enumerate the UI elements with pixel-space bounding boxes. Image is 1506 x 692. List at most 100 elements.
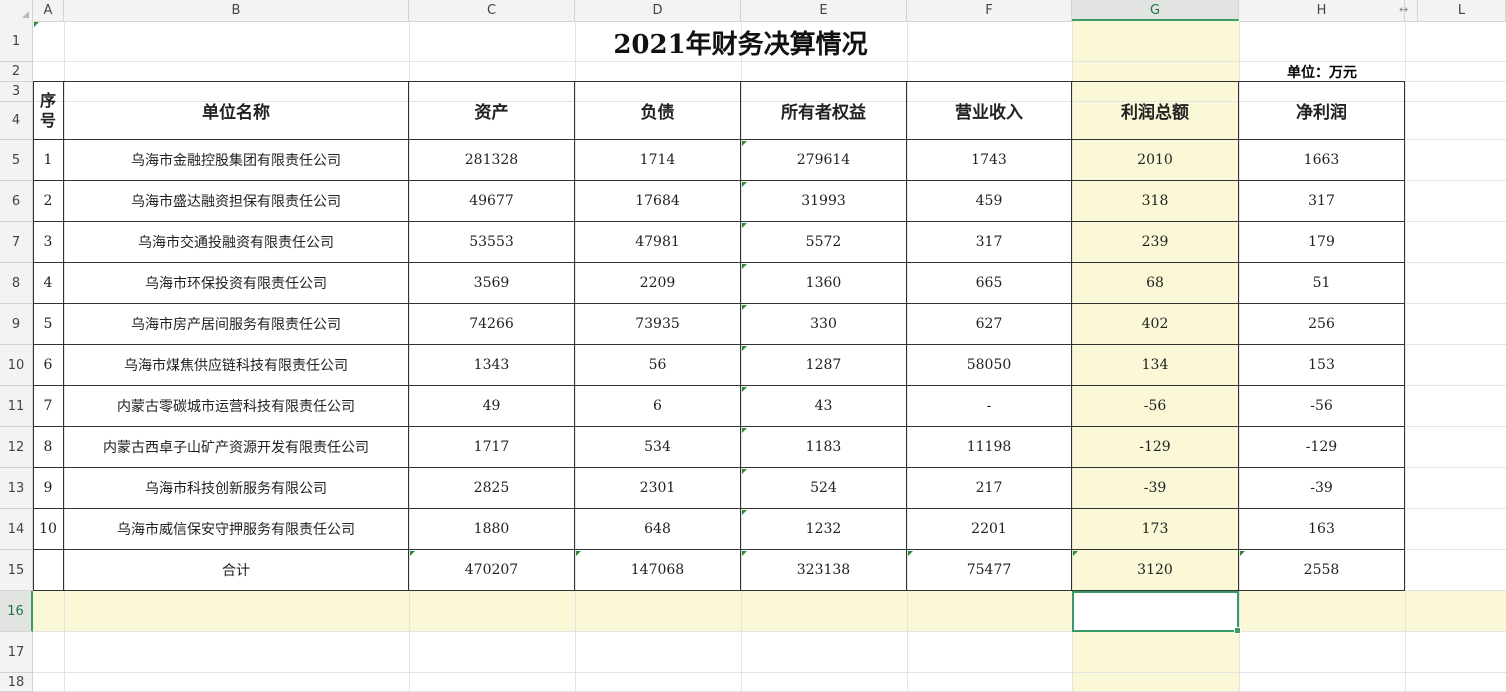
cell-equity[interactable]: 279614 [741, 140, 907, 181]
cell-net-profit[interactable]: 256 [1239, 304, 1405, 345]
cell-liabilities[interactable]: 73935 [575, 304, 741, 345]
cell-seq[interactable]: 7 [33, 386, 64, 427]
row-header-6[interactable]: 6 [0, 181, 33, 222]
cell-equity[interactable]: 524 [741, 468, 907, 509]
row-header-1[interactable]: 1 [0, 21, 33, 62]
cell-net-profit[interactable]: 163 [1239, 509, 1405, 550]
row-header-8[interactable]: 8 [0, 263, 33, 304]
cell-liabilities[interactable]: 47981 [575, 222, 741, 263]
column-header-a[interactable]: A [33, 0, 64, 21]
row-header-7[interactable]: 7 [0, 222, 33, 263]
select-all-corner[interactable] [0, 0, 33, 21]
cell-assets[interactable]: 1717 [409, 427, 575, 468]
total-equity[interactable]: 323138 [741, 550, 907, 591]
cell-seq[interactable]: 1 [33, 140, 64, 181]
cell-assets[interactable]: 49677 [409, 181, 575, 222]
cell-revenue[interactable]: 2201 [907, 509, 1072, 550]
cell-liabilities[interactable]: 17684 [575, 181, 741, 222]
cell-name[interactable]: 乌海市盛达融资担保有限责任公司 [64, 181, 409, 222]
cell-assets[interactable]: 49 [409, 386, 575, 427]
cell-liabilities[interactable]: 56 [575, 345, 741, 386]
row-header-11[interactable]: 11 [0, 386, 33, 427]
cell-seq[interactable]: 10 [33, 509, 64, 550]
cell-seq[interactable]: 8 [33, 427, 64, 468]
cell-net-profit[interactable]: -129 [1239, 427, 1405, 468]
cell-assets[interactable]: 1343 [409, 345, 575, 386]
cell-seq[interactable]: 4 [33, 263, 64, 304]
cell-revenue[interactable]: 317 [907, 222, 1072, 263]
row-header-4[interactable]: 4 [0, 102, 33, 140]
cell-total-profit[interactable]: -39 [1072, 468, 1239, 509]
cell-total-profit[interactable]: 134 [1072, 345, 1239, 386]
header-liabilities[interactable]: 负债 [575, 82, 741, 140]
cell-assets[interactable]: 2825 [409, 468, 575, 509]
column-header-l[interactable]: L [1418, 0, 1506, 21]
cell-total-profit[interactable]: 2010 [1072, 140, 1239, 181]
cell-seq[interactable]: 9 [33, 468, 64, 509]
header-equity[interactable]: 所有者权益 [741, 82, 907, 140]
cell-liabilities[interactable]: 2301 [575, 468, 741, 509]
sheet-title[interactable]: 2021年财务决算情况 [409, 22, 1072, 62]
cell-total-profit[interactable]: -56 [1072, 386, 1239, 427]
cell-name[interactable]: 内蒙古零碳城市运营科技有限责任公司 [64, 386, 409, 427]
row-header-18[interactable]: 18 [0, 673, 33, 692]
cell-liabilities[interactable]: 648 [575, 509, 741, 550]
cell-revenue[interactable]: 1743 [907, 140, 1072, 181]
cell-total-profit[interactable]: -129 [1072, 427, 1239, 468]
cell-seq[interactable]: 6 [33, 345, 64, 386]
total-total-profit[interactable]: 3120 [1072, 550, 1239, 591]
cell-revenue[interactable]: - [907, 386, 1072, 427]
cell-seq[interactable]: 5 [33, 304, 64, 345]
cell-revenue[interactable]: 459 [907, 181, 1072, 222]
total-net-profit[interactable]: 2558 [1239, 550, 1405, 591]
total-revenue[interactable]: 75477 [907, 550, 1072, 591]
row-header-12[interactable]: 12 [0, 427, 33, 468]
column-header-f[interactable]: F [907, 0, 1072, 21]
cell-name[interactable]: 乌海市煤焦供应链科技有限责任公司 [64, 345, 409, 386]
cell-assets[interactable]: 74266 [409, 304, 575, 345]
cell-name[interactable]: 乌海市交通投融资有限责任公司 [64, 222, 409, 263]
cell-seq[interactable]: 3 [33, 222, 64, 263]
cell-name[interactable]: 内蒙古西卓子山矿产资源开发有限责任公司 [64, 427, 409, 468]
cell-equity[interactable]: 43 [741, 386, 907, 427]
header-net-profit[interactable]: 净利润 [1239, 82, 1405, 140]
total-assets[interactable]: 470207 [409, 550, 575, 591]
cell-liabilities[interactable]: 1714 [575, 140, 741, 181]
cell-assets[interactable]: 53553 [409, 222, 575, 263]
header-total-profit[interactable]: 利润总额 [1072, 82, 1239, 140]
header-name[interactable]: 单位名称 [64, 82, 409, 140]
cell-equity[interactable]: 1183 [741, 427, 907, 468]
header-seq[interactable]: 序号 [33, 82, 64, 140]
cell-total-profit[interactable]: 402 [1072, 304, 1239, 345]
total-liabilities[interactable]: 147068 [575, 550, 741, 591]
cell-name[interactable]: 乌海市威信保安守押服务有限责任公司 [64, 509, 409, 550]
cell-net-profit[interactable]: 51 [1239, 263, 1405, 304]
cell-equity[interactable]: 330 [741, 304, 907, 345]
row-header-9[interactable]: 9 [0, 304, 33, 345]
row-header-13[interactable]: 13 [0, 468, 33, 509]
cell-revenue[interactable]: 665 [907, 263, 1072, 304]
cell-net-profit[interactable]: 179 [1239, 222, 1405, 263]
cell-equity[interactable]: 5572 [741, 222, 907, 263]
row-header-10[interactable]: 10 [0, 345, 33, 386]
cell-assets[interactable]: 281328 [409, 140, 575, 181]
cell-net-profit[interactable]: 317 [1239, 181, 1405, 222]
column-header-c[interactable]: C [409, 0, 575, 21]
cell-name[interactable]: 乌海市房产居间服务有限责任公司 [64, 304, 409, 345]
column-header-e[interactable]: E [741, 0, 907, 21]
row-header-17[interactable]: 17 [0, 632, 33, 673]
row-header-5[interactable]: 5 [0, 140, 33, 181]
cell-net-profit[interactable]: -56 [1239, 386, 1405, 427]
row-header-3[interactable]: 3 [0, 82, 33, 102]
cell-seq[interactable]: 2 [33, 181, 64, 222]
header-revenue[interactable]: 营业收入 [907, 82, 1072, 140]
cell-revenue[interactable]: 217 [907, 468, 1072, 509]
cell-net-profit[interactable]: 153 [1239, 345, 1405, 386]
cell-name[interactable]: 乌海市科技创新服务有限公司 [64, 468, 409, 509]
cell-revenue[interactable]: 11198 [907, 427, 1072, 468]
total-name[interactable]: 合计 [64, 550, 409, 591]
cell-liabilities[interactable]: 534 [575, 427, 741, 468]
row-header-14[interactable]: 14 [0, 509, 33, 550]
row-header-16[interactable]: 16 [0, 591, 33, 632]
cell-name[interactable]: 乌海市金融控股集团有限责任公司 [64, 140, 409, 181]
